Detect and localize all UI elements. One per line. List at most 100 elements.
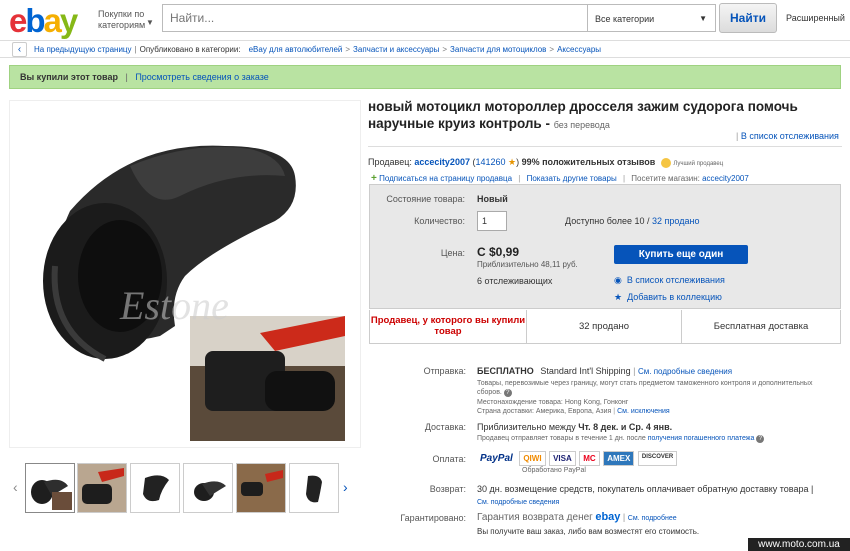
- guarantee-details-link[interactable]: См. подробнее: [628, 515, 677, 522]
- condition-value: Новый: [477, 194, 508, 204]
- amex-logo-icon: AMEX: [603, 451, 635, 466]
- shipping-free: БЕСПЛАТНО: [477, 366, 534, 376]
- ships-to-text: Страна доставки: Америка, Европа, Азия: [477, 408, 612, 415]
- category-select-value: Все категории: [595, 14, 655, 24]
- seller-label: Продавец:: [368, 157, 412, 167]
- logo-letter-e: e: [9, 2, 27, 39]
- condition-label: Состояние товара:: [386, 194, 465, 204]
- breadcrumb-separator: |: [134, 45, 137, 54]
- advanced-search-link[interactable]: Расширенный: [786, 13, 845, 23]
- view-order-link[interactable]: Просмотреть сведения о заказе: [135, 72, 268, 82]
- discover-logo-icon: DISCOVER: [637, 451, 678, 466]
- star-icon: ★: [614, 292, 623, 302]
- payment-methods: PayPal QIWI VISA MC AMEX DISCOVER Обрабо…: [477, 451, 678, 474]
- help-icon[interactable]: ?: [503, 389, 512, 397]
- ebay-logo[interactable]: ebay: [9, 2, 78, 40]
- delivery-prefix: Приблизительно между: [477, 422, 576, 432]
- breadcrumb-separator: >: [442, 45, 448, 54]
- feedback-star-icon: ★: [508, 157, 517, 167]
- breadcrumb-item[interactable]: Аксессуары: [557, 45, 601, 54]
- customs-note: Товары, перевозимые через границу, могут…: [477, 379, 837, 397]
- visa-logo-icon: VISA: [549, 451, 576, 466]
- add-collection-action[interactable]: ★ Добавить в коллекцию: [614, 292, 722, 303]
- feedback-score-link[interactable]: 141260: [475, 157, 505, 167]
- search-box: [162, 4, 588, 32]
- chevron-down-icon: ▼: [146, 18, 154, 27]
- shipping-method: Standard Int'l Shipping: [540, 366, 631, 376]
- item-location: Местонахождение товара: Hong Kong, Гонко…: [477, 399, 629, 406]
- thumbnail-image: [306, 475, 322, 503]
- thumbnail-image: [194, 481, 226, 501]
- divider: [368, 146, 842, 147]
- item-title: новый мотоцикл мотороллер дросселя зажим…: [368, 98, 843, 134]
- sold-stat: 32 продано: [578, 321, 630, 332]
- separator: |: [633, 366, 636, 376]
- thumbnail[interactable]: [77, 463, 127, 513]
- breadcrumb-item[interactable]: Запчасти и аксессуары: [353, 45, 439, 54]
- breadcrumb-item[interactable]: eBay для автолюбителей: [249, 45, 343, 54]
- purchase-box: Состояние товара: Новый Количество: 1 До…: [369, 184, 841, 309]
- qiwi-logo-icon: QIWI: [519, 451, 546, 466]
- positive-feedback: 99% положительных отзывов: [521, 157, 656, 167]
- back-link[interactable]: На предыдущую страницу: [34, 45, 132, 54]
- back-arrow-icon[interactable]: ‹: [12, 42, 27, 57]
- free-shipping-stat: Бесплатная доставка: [713, 321, 809, 332]
- shop-by-category-label: Покупки по категориям: [98, 9, 146, 30]
- subscribe-link[interactable]: Подписаться на страницу продавца: [379, 174, 512, 183]
- returns-details-link[interactable]: См. подробные сведения: [477, 499, 559, 506]
- seller-info: Продавец: accecity2007 (141260 ★) 99% по…: [368, 157, 724, 168]
- price-value: C $0,99: [477, 245, 520, 259]
- guarantee-note: Вы получите ваш заказ, либо вам возместя…: [477, 527, 700, 536]
- sold-count-link[interactable]: 32 продано: [652, 216, 699, 226]
- exclusions-link[interactable]: См. исключения: [617, 408, 670, 415]
- thumbnail-image: [237, 464, 285, 512]
- delivery-info: Приблизительно между Чт. 8 дек. и Ср. 4 …: [477, 422, 837, 443]
- quantity-input[interactable]: 1: [477, 211, 507, 231]
- chevron-left-icon[interactable]: ‹: [13, 479, 18, 495]
- shipping-details-link[interactable]: См. подробные сведения: [638, 367, 732, 376]
- mastercard-logo-icon: MC: [579, 451, 600, 466]
- watchlink-separator: |: [736, 131, 739, 141]
- other-items-link[interactable]: Показать другие товары: [527, 174, 617, 183]
- paypal-logo-icon: PayPal: [477, 451, 516, 466]
- site-watermark: www.moto.com.ua: [748, 538, 850, 551]
- guarantee-label: Гарантировано:: [400, 513, 466, 523]
- payment-label: Оплата:: [432, 454, 466, 464]
- buy-again-button[interactable]: Купить еще один: [614, 245, 748, 264]
- category-select[interactable]: Все категории ▼: [588, 4, 716, 32]
- shipping-info: БЕСПЛАТНО Standard Int'l Shipping | См. …: [477, 366, 837, 415]
- store-link[interactable]: accecity2007: [702, 174, 749, 183]
- thumbnail[interactable]: [289, 463, 339, 513]
- add-to-watchlist-link[interactable]: | В список отслеживания: [736, 131, 839, 141]
- thumbnail[interactable]: [183, 463, 233, 513]
- seller-name-link[interactable]: accecity2007: [414, 157, 470, 167]
- chevron-right-icon[interactable]: ›: [343, 479, 348, 495]
- search-button[interactable]: Найти: [719, 3, 777, 33]
- payment-cleared-link[interactable]: получения погашенного платежа: [648, 435, 755, 442]
- returns-text: 30 дн. возмещение средств, покупатель оп…: [477, 484, 814, 494]
- thumbnail[interactable]: [130, 463, 180, 513]
- breadcrumb-item[interactable]: Запчасти для мотоциклов: [450, 45, 546, 54]
- thumbnail[interactable]: [236, 463, 286, 513]
- thumbnail[interactable]: [25, 463, 75, 513]
- add-watchlist-action[interactable]: ◉ В список отслеживания: [614, 275, 725, 286]
- main-product-image[interactable]: Estone: [9, 100, 361, 448]
- chevron-down-icon: ▼: [699, 14, 707, 23]
- separator: |: [613, 408, 616, 415]
- breadcrumb-items: На предыдущую страницу | Опубликовано в ка…: [34, 45, 601, 54]
- shop-by-category-button[interactable]: Покупки по категориям ▼: [98, 9, 156, 31]
- thumbnail-image: [143, 475, 169, 502]
- delivery-note-text: Продавец отправляет товары в течение 1 д…: [477, 435, 646, 442]
- approx-price: Приблизительно 48,11 руб.: [477, 260, 578, 269]
- throttle-clamp-image: Estone: [10, 101, 360, 447]
- thumbnail-strip: ‹ ›: [9, 461, 361, 516]
- returns-label: Возврат:: [429, 484, 466, 494]
- search-input[interactable]: [163, 5, 587, 31]
- breadcrumb-separator: >: [549, 45, 555, 54]
- guarantee-info: Гарантия возврата денег ebay | См. подро…: [477, 511, 842, 536]
- returns-info: 30 дн. возмещение средств, покупатель оп…: [477, 484, 842, 506]
- separator: |: [518, 174, 521, 183]
- help-icon[interactable]: ?: [756, 435, 765, 443]
- no-translation-label: без перевода: [553, 120, 610, 130]
- svg-text:Estone: Estone: [119, 283, 229, 328]
